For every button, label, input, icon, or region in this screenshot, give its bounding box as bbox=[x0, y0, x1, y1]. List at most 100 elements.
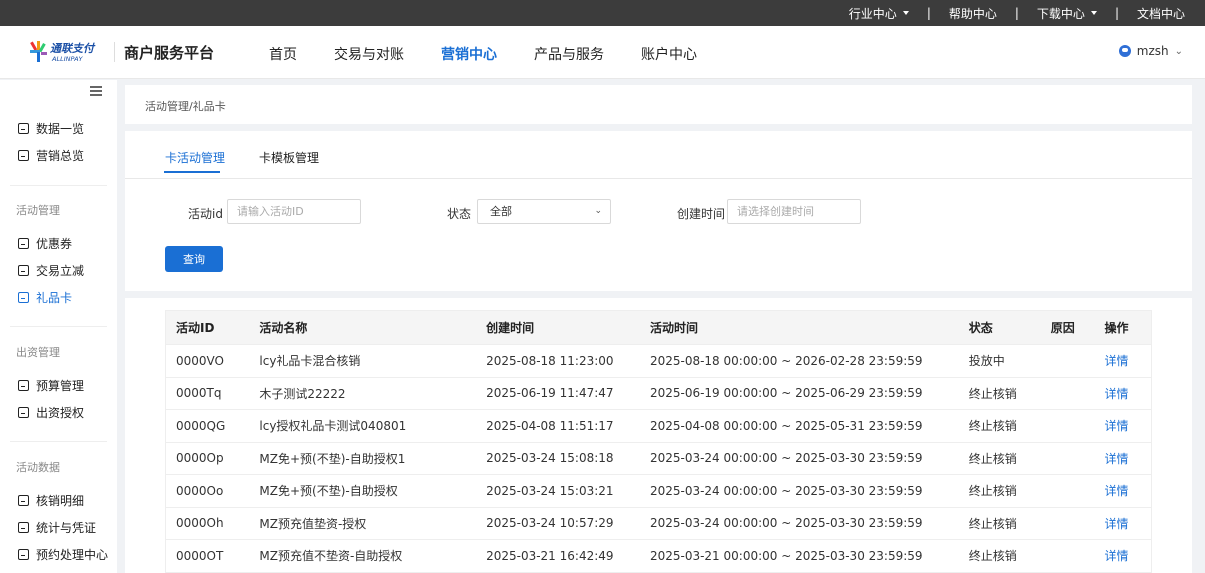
nav-item-home[interactable]: 首页 bbox=[269, 44, 297, 64]
detail-link[interactable]: 详情 bbox=[1094, 409, 1152, 442]
activity-id-input[interactable] bbox=[227, 199, 361, 224]
sidebar-divider bbox=[10, 326, 107, 327]
check-icon bbox=[18, 522, 29, 533]
cell-activity-id: 0000VO bbox=[165, 344, 250, 377]
table-row: 0000QG lcy授权礼品卡测试040801 2025-04-08 11:51:1… bbox=[165, 409, 1152, 442]
sidebar-group-title: 活动数据 bbox=[16, 461, 60, 474]
cell-activity-name: lcy礼品卡混合核销 bbox=[249, 344, 477, 377]
chevron-down-icon: ⌄ bbox=[594, 206, 602, 216]
sidebar: 数据一览 营销总览 活动管理 优惠券 交易立减 礼品卡 出资管理 预算管理 出资… bbox=[0, 80, 117, 573]
sidebar-item-coupons[interactable]: 优惠券 bbox=[18, 235, 72, 252]
breadcrumb: 活动管理/礼品卡 bbox=[145, 100, 226, 113]
monitor-icon bbox=[18, 150, 29, 161]
cell-created-time: 2025-06-19 11:47:47 bbox=[476, 376, 640, 410]
cell-activity-id: 0000OT bbox=[165, 539, 250, 572]
sidebar-item-redemption-detail[interactable]: 核销明细 bbox=[18, 492, 84, 509]
docs-center-link[interactable]: 文档中心 bbox=[1137, 5, 1185, 22]
sidebar-divider bbox=[10, 185, 107, 186]
query-button[interactable]: 查询 bbox=[165, 246, 223, 272]
budget-icon bbox=[18, 380, 29, 391]
help-center-label: 帮助中心 bbox=[948, 6, 997, 21]
sidebar-item-label: 数据一览 bbox=[36, 122, 85, 136]
cell-activity-name: lcy授权礼品卡测试040801 bbox=[249, 409, 477, 442]
sidebar-item-label: 统计与凭证 bbox=[36, 521, 97, 535]
dollar-icon bbox=[18, 549, 29, 560]
tab-card-activity[interactable]: 卡活动管理 bbox=[165, 149, 225, 166]
created-time-picker[interactable] bbox=[727, 199, 861, 224]
sidebar-item-marketing-overview[interactable]: 营销总览 bbox=[18, 147, 84, 164]
sidebar-item-discount[interactable]: 交易立减 bbox=[18, 262, 84, 279]
cell-status: 终止核销 bbox=[958, 376, 1041, 410]
detail-link[interactable]: 详情 bbox=[1094, 474, 1152, 507]
allinpay-logo-mark: 通联支付 ALLINPAY bbox=[30, 41, 96, 63]
nav-item-transactions[interactable]: 交易与对账 bbox=[334, 44, 404, 64]
allinpay-logo[interactable]: 通联支付 ALLINPAY bbox=[28, 39, 104, 65]
detail-link[interactable]: 详情 bbox=[1094, 539, 1152, 572]
cell-activity-id: 0000Tq bbox=[165, 376, 250, 410]
activity-table: 活动ID 活动名称 创建时间 活动时间 状态 原因 操作 0000VO lcy礼品… bbox=[165, 310, 1152, 573]
cell-activity-period: 2025-04-08 00:00:00 ~ 2025-05-31 23:59:5… bbox=[639, 409, 959, 442]
menu-collapse-icon[interactable] bbox=[90, 86, 102, 96]
separator: | bbox=[926, 6, 931, 20]
nav-item-marketing[interactable]: 营销中心 bbox=[441, 44, 497, 64]
cell-activity-id: 0000QG bbox=[165, 409, 250, 442]
svg-text:ALLINPAY: ALLINPAY bbox=[51, 55, 84, 63]
created-time-label: 创建时间 bbox=[677, 207, 726, 221]
brand-title: 商户服务平台 bbox=[124, 44, 215, 62]
svg-text:通联支付: 通联支付 bbox=[50, 42, 96, 55]
cell-reason bbox=[1040, 441, 1095, 475]
download-center-link[interactable]: 下载中心 bbox=[1037, 5, 1097, 22]
cell-status: 终止核销 bbox=[958, 409, 1041, 442]
cell-status: 终止核销 bbox=[958, 474, 1041, 507]
detail-link[interactable]: 详情 bbox=[1094, 506, 1152, 540]
caret-down-icon bbox=[902, 11, 909, 15]
industry-center-link[interactable]: 行业中心 bbox=[849, 5, 909, 22]
sidebar-item-gift-card[interactable]: 礼品卡 bbox=[18, 289, 72, 306]
active-tab-indicator bbox=[164, 171, 220, 173]
cell-reason bbox=[1040, 409, 1095, 442]
sidebar-item-label: 出资授权 bbox=[36, 406, 85, 420]
tab-card-template[interactable]: 卡模板管理 bbox=[259, 149, 319, 166]
sidebar-group-title: 活动管理 bbox=[16, 204, 60, 217]
cell-reason bbox=[1040, 376, 1095, 410]
sidebar-item-statistics[interactable]: 统计与凭证 bbox=[18, 519, 96, 536]
avatar bbox=[1118, 45, 1131, 57]
detail-link[interactable]: 详情 bbox=[1094, 441, 1152, 475]
cell-activity-id: 0000Op bbox=[165, 441, 250, 475]
tab-bar: 卡活动管理 卡模板管理 bbox=[125, 131, 1192, 179]
detail-link[interactable]: 详情 bbox=[1094, 344, 1152, 377]
column-header: 状态 bbox=[958, 310, 1041, 345]
cell-activity-period: 2025-03-24 00:00:00 ~ 2025-03-30 23:59:5… bbox=[639, 441, 959, 475]
cell-created-time: 2025-08-18 11:23:00 bbox=[476, 344, 640, 377]
list-icon bbox=[18, 495, 29, 506]
cell-created-time: 2025-03-21 16:42:49 bbox=[476, 539, 640, 572]
cell-status: 终止核销 bbox=[958, 506, 1041, 540]
column-header: 活动ID bbox=[165, 310, 250, 345]
help-center-link[interactable]: 帮助中心 bbox=[949, 5, 997, 22]
status-select[interactable]: 全部 ⌄ bbox=[477, 199, 611, 224]
sidebar-divider bbox=[10, 441, 107, 442]
status-label: 状态 bbox=[447, 207, 472, 221]
user-menu[interactable]: mzsh ⌄ bbox=[1118, 44, 1183, 58]
main-header: 通联支付 ALLINPAY 商户服务平台 首页 交易与对账 营销中心 产品与服务… bbox=[0, 26, 1205, 79]
nav-item-products[interactable]: 产品与服务 bbox=[534, 44, 604, 64]
sidebar-item-budget[interactable]: 预算管理 bbox=[18, 377, 84, 394]
table-row: 0000Oo MZ免+预(不垫)-自助授权 2025-03-24 15:03:21 2… bbox=[165, 474, 1152, 507]
download-center-label: 下载中心 bbox=[1036, 6, 1085, 21]
detail-link[interactable]: 详情 bbox=[1094, 376, 1152, 410]
table-row: 0000Tq 木子测试22222 2025-06-19 11:47:47 2025-0… bbox=[165, 376, 1152, 410]
cell-created-time: 2025-03-24 15:08:18 bbox=[476, 441, 640, 475]
cell-activity-period: 2025-03-24 00:00:00 ~ 2025-03-30 23:59:5… bbox=[639, 506, 959, 540]
document-icon bbox=[18, 407, 29, 418]
cell-activity-period: 2025-08-18 00:00:00 ~ 2026-02-28 23:59:5… bbox=[639, 344, 959, 377]
sidebar-item-label: 礼品卡 bbox=[36, 291, 73, 305]
sidebar-group-title: 出资管理 bbox=[16, 346, 60, 359]
sidebar-item-reservation-center[interactable]: 预约处理中心 bbox=[18, 546, 108, 563]
cell-activity-name: MZ免+预(不垫)-自助授权 bbox=[249, 474, 477, 507]
sidebar-item-funding-auth[interactable]: 出资授权 bbox=[18, 404, 84, 421]
logo-divider bbox=[114, 42, 115, 62]
cell-status: 终止核销 bbox=[958, 441, 1041, 475]
nav-item-account[interactable]: 账户中心 bbox=[641, 44, 697, 64]
sidebar-item-data-overview[interactable]: 数据一览 bbox=[18, 120, 84, 137]
cell-reason bbox=[1040, 474, 1095, 507]
